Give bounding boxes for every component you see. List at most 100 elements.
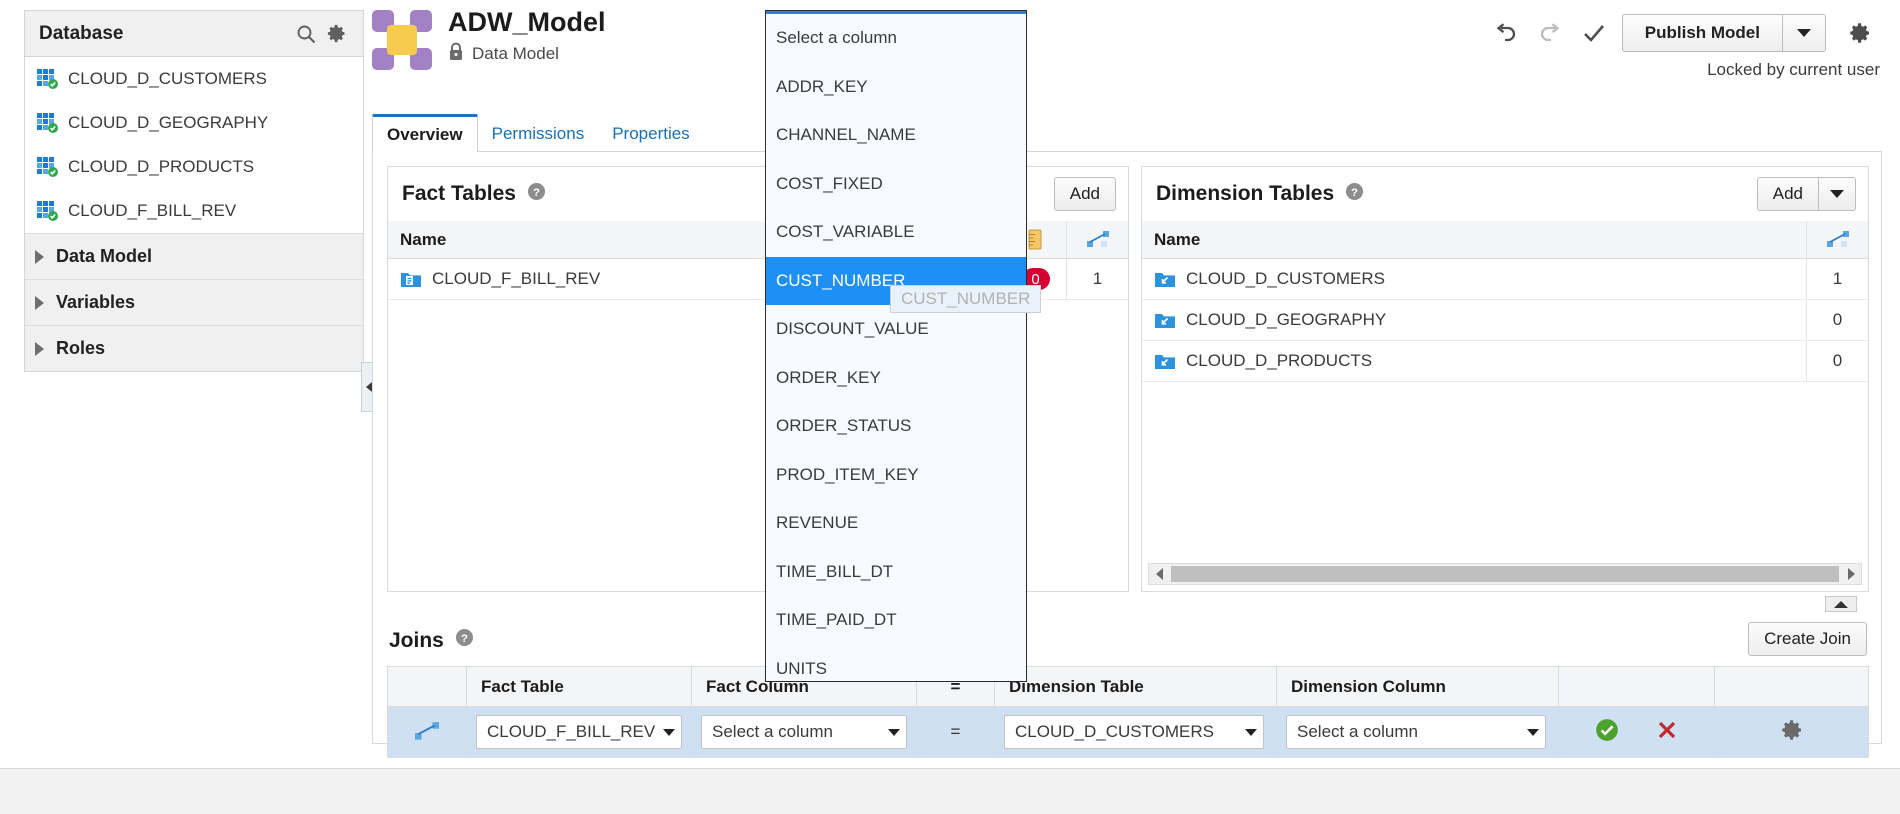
header-actions: Publish Model xyxy=(1484,14,1882,52)
table-grid-icon xyxy=(37,69,59,89)
join-dimension-table-select[interactable]: CLOUD_D_CUSTOMERS xyxy=(1004,715,1264,749)
locked-status-text: Locked by current user xyxy=(1707,60,1880,79)
scroll-left-arrow-icon[interactable] xyxy=(1149,568,1169,580)
tab-overview[interactable]: Overview xyxy=(372,114,478,152)
dropdown-item[interactable]: ORDER_KEY xyxy=(766,354,1026,403)
dimension-tables-panel: Dimension Tables ? Add Name CLOUD_D_CUST… xyxy=(1141,166,1869,592)
publish-model-dropdown-button[interactable] xyxy=(1782,14,1826,52)
join-dimension-table-value: CLOUD_D_CUSTOMERS xyxy=(1015,722,1215,741)
dimension-table-joins-cell: 0 xyxy=(1806,300,1868,340)
page-bottom-band xyxy=(0,768,1900,814)
joins-grid-header: Fact Table Fact Column = Dimension Table… xyxy=(387,666,1869,706)
join-fact-table-value: CLOUD_F_BILL_REV xyxy=(487,722,655,741)
model-subtitle-row: Data Model xyxy=(448,42,606,66)
create-join-button[interactable]: Create Join xyxy=(1748,622,1867,656)
join-fact-column-select[interactable]: Select a column xyxy=(701,715,907,749)
gear-icon[interactable] xyxy=(321,19,351,49)
sidebar-section-label: Roles xyxy=(56,338,106,358)
dropdown-tooltip: CUST_NUMBER xyxy=(890,285,1042,313)
dimension-table-name: CLOUD_D_GEOGRAPHY xyxy=(1186,310,1387,329)
join-row[interactable]: CLOUD_F_BILL_REV Select a column = CLOUD… xyxy=(387,706,1869,758)
sidebar-section-variables[interactable]: Variables xyxy=(25,279,363,325)
dropdown-item[interactable]: ADDR_KEY xyxy=(766,63,1026,112)
join-row-icon xyxy=(388,707,466,757)
publish-model-button[interactable]: Publish Model xyxy=(1621,14,1782,52)
chevron-down-icon xyxy=(1245,728,1257,736)
scrollbar-thumb[interactable] xyxy=(1171,566,1839,582)
dimension-table-name: CLOUD_D_PRODUCTS xyxy=(1186,351,1373,370)
dimension-table-icon xyxy=(1154,352,1176,371)
sidebar-section-label: Variables xyxy=(56,292,136,312)
publish-model-split-button: Publish Model xyxy=(1621,14,1826,52)
help-icon[interactable]: ? xyxy=(1345,182,1364,207)
dropdown-item[interactable]: COST_FIXED xyxy=(766,160,1026,209)
dropdown-item[interactable]: COST_VARIABLE xyxy=(766,208,1026,257)
dropdown-item[interactable]: REVENUE xyxy=(766,499,1026,548)
overview-panel: Fact Tables ? Add Name CLOUD_F_BILL_REV … xyxy=(372,152,1882,758)
dimension-tables-add-button[interactable]: Add xyxy=(1756,177,1818,211)
db-table-label: CLOUD_D_PRODUCTS xyxy=(68,157,255,176)
page-title: ADW_Model xyxy=(448,7,606,37)
dropdown-item[interactable]: PROD_ITEM_KEY xyxy=(766,451,1026,500)
sidebar-section-data-model[interactable]: Data Model xyxy=(25,233,363,279)
join-fact-column-value: Select a column xyxy=(712,722,833,741)
dimension-table-joins-cell: 1 xyxy=(1806,259,1868,299)
lock-icon xyxy=(448,42,464,66)
svg-text:?: ? xyxy=(533,186,540,198)
settings-gear-icon[interactable] xyxy=(1838,14,1882,52)
fact-tables-add-button[interactable]: Add xyxy=(1053,177,1116,211)
dropdown-item[interactable]: TIME_PAID_DT xyxy=(766,596,1026,645)
dropdown-item[interactable]: Select a column xyxy=(766,14,1026,63)
table-row[interactable]: CLOUD_D_CUSTOMERS 1 xyxy=(1142,259,1868,300)
chevron-right-icon xyxy=(35,295,44,310)
chevron-up-icon xyxy=(1834,600,1848,608)
dimension-tables-title-label: Dimension Tables xyxy=(1156,182,1335,205)
dimension-tables-add-dropdown-button[interactable] xyxy=(1818,177,1856,211)
dimension-table-name-cell: CLOUD_D_PRODUCTS xyxy=(1142,351,1806,371)
dimension-table-name-cell: CLOUD_D_GEOGRAPHY xyxy=(1142,310,1806,330)
db-table-item[interactable]: CLOUD_D_CUSTOMERS xyxy=(25,57,363,101)
tab-properties[interactable]: Properties xyxy=(598,116,703,152)
dropdown-item[interactable]: ORDER_STATUS xyxy=(766,402,1026,451)
table-row[interactable]: CLOUD_D_PRODUCTS 0 xyxy=(1142,341,1868,382)
chevron-right-icon xyxy=(35,249,44,264)
dropdown-item[interactable]: CHANNEL_NAME xyxy=(766,111,1026,160)
sidebar-section-roles[interactable]: Roles xyxy=(25,325,363,371)
checkmark-icon[interactable] xyxy=(1572,14,1616,52)
join-fact-table-select[interactable]: CLOUD_F_BILL_REV xyxy=(476,715,682,749)
model-subtitle: Data Model xyxy=(472,44,559,64)
database-sidebar: Database CLOUD_D_CUSTOMERS CLOUD_D_GEOGR… xyxy=(24,10,364,372)
table-grid-icon xyxy=(37,201,59,221)
fact-table-name: CLOUD_F_BILL_REV xyxy=(432,269,601,288)
fact-tables-title-label: Fact Tables xyxy=(402,182,516,205)
joins-title-label: Joins xyxy=(389,628,444,652)
help-icon[interactable]: ? xyxy=(455,628,474,653)
tab-permissions[interactable]: Permissions xyxy=(478,116,599,152)
undo-icon[interactable] xyxy=(1484,14,1528,52)
db-table-label: CLOUD_F_BILL_REV xyxy=(68,201,237,220)
dimension-table-joins-cell: 0 xyxy=(1806,341,1868,381)
tab-bar: Overview Permissions Properties xyxy=(372,114,704,152)
svg-text:?: ? xyxy=(1351,186,1358,198)
scroll-right-arrow-icon[interactable] xyxy=(1841,568,1861,580)
search-icon[interactable] xyxy=(291,19,321,49)
join-dimension-column-select[interactable]: Select a column xyxy=(1286,715,1546,749)
chevron-left-icon xyxy=(365,382,372,392)
fact-column-dropdown[interactable]: Select a column ADDR_KEY CHANNEL_NAME CO… xyxy=(765,10,1027,682)
redo-icon xyxy=(1528,14,1572,52)
fact-table-joins-cell: 1 xyxy=(1066,259,1128,299)
db-table-item[interactable]: CLOUD_D_GEOGRAPHY xyxy=(25,101,363,145)
dropdown-item[interactable]: UNITS xyxy=(766,645,1026,682)
cancel-x-icon[interactable] xyxy=(1655,718,1679,747)
join-settings-gear-icon[interactable] xyxy=(1779,717,1805,748)
help-icon[interactable]: ? xyxy=(527,182,546,207)
db-table-item[interactable]: CLOUD_D_PRODUCTS xyxy=(25,145,363,189)
table-row[interactable]: CLOUD_D_GEOGRAPHY 0 xyxy=(1142,300,1868,341)
join-operator: = xyxy=(916,707,994,757)
fact-table-icon xyxy=(400,270,422,289)
db-table-item[interactable]: CLOUD_F_BILL_REV xyxy=(25,189,363,233)
dimension-tables-horizontal-scrollbar[interactable] xyxy=(1148,563,1862,585)
dropdown-item[interactable]: TIME_BILL_DT xyxy=(766,548,1026,597)
panel-resize-handle[interactable] xyxy=(1825,596,1857,612)
accept-check-icon[interactable] xyxy=(1594,717,1620,748)
